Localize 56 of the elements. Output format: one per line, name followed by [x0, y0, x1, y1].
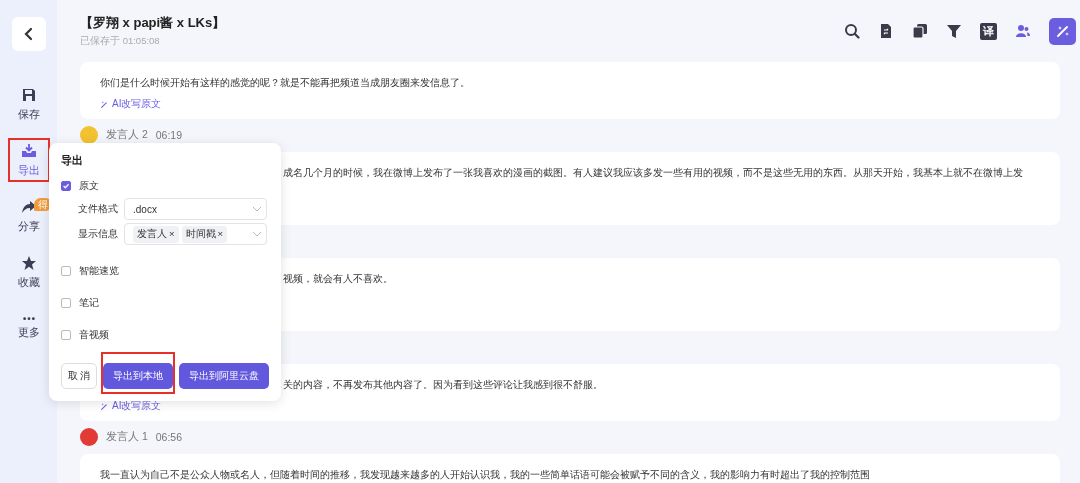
people-icon[interactable]	[1015, 23, 1031, 39]
checkbox[interactable]	[61, 298, 71, 308]
star-icon	[20, 254, 37, 271]
ai-rewrite-link[interactable]: AI改写原文	[100, 398, 162, 414]
option-label: 笔记	[79, 296, 99, 310]
option-label: 原文	[79, 179, 99, 193]
sidebar-item[interactable]: 保存	[7, 82, 50, 126]
chevron-down-icon	[252, 231, 262, 237]
timestamp: 06:56	[155, 431, 183, 443]
checkbox[interactable]	[61, 266, 71, 276]
copy-icon[interactable]	[912, 23, 928, 39]
share-icon	[20, 198, 37, 215]
magic-wand-icon	[100, 401, 109, 411]
timestamp: 06:19	[155, 129, 183, 141]
document-title: 【罗翔 x papi酱 x LKs】	[80, 14, 226, 32]
magic-wand-icon	[100, 99, 109, 109]
checkbox[interactable]	[61, 181, 71, 191]
sidebar-item[interactable]: 收藏	[7, 250, 50, 294]
cancel-button[interactable]: 取 消	[61, 363, 97, 389]
more-icon	[21, 315, 36, 322]
option-label: 智能速览	[79, 264, 119, 278]
paragraph-text: 关的内容，不再发布其他内容了。因为看到这些评论让我感到很不舒服。	[283, 378, 604, 392]
paragraph-text: 你们是什么时候开始有这样的感觉的呢？就是不能再把频道当成朋友圈来发信息了。	[100, 76, 471, 90]
export-button[interactable]: 导出到本地	[103, 363, 173, 389]
field-label: 文件格式	[78, 202, 118, 216]
field-label: 显示信息	[78, 227, 118, 241]
ai-rewrite-link[interactable]: AI改写原文	[100, 96, 162, 112]
field-value: .docx	[133, 203, 158, 215]
back-button[interactable]	[11, 17, 46, 51]
select-field[interactable]: .docx	[124, 198, 267, 220]
magic-wand-button[interactable]	[1049, 17, 1076, 45]
sidebar-item[interactable]: 导出	[7, 138, 50, 182]
option-label: 音视频	[79, 328, 109, 342]
export-button[interactable]: 导出到阿里云盘	[179, 363, 269, 389]
save-icon	[20, 86, 37, 103]
document-icon[interactable]	[878, 23, 894, 39]
saved-time: 已保存于 01:05:08	[80, 35, 161, 48]
remove-icon[interactable]: ×	[217, 227, 224, 241]
paragraph-text: 成名几个月的时候，我在微博上发布了一张我喜欢的漫画的截图。有人建议我应该多发一些有用的视频，而不是这些无用的东西。从那天开始，我基本上就不在微博上发	[283, 166, 1024, 180]
paragraph-text: 我一直认为自己不是公众人物或名人，但随着时间的推移，我发现越来越多的人开始认识我，我的一些简单话语可能会被赋予不同的含义，我的影响力有时超出了我的控制范围	[100, 468, 871, 482]
tag-label: 发言人	[137, 227, 167, 241]
download-tray-icon	[20, 142, 37, 159]
translate-button[interactable]: 译	[980, 22, 997, 40]
paragraph-text: 视频，就会有人不喜欢。	[283, 272, 394, 286]
chevron-down-icon	[252, 206, 262, 212]
filter-icon[interactable]	[946, 23, 962, 39]
remove-icon[interactable]: ×	[169, 227, 175, 241]
sidebar-item[interactable]: 更多	[7, 306, 50, 350]
magic-wand-icon	[1054, 23, 1071, 39]
select-field[interactable]: 发言人 × 时间戳 ×	[124, 223, 267, 245]
checkbox[interactable]	[61, 330, 71, 340]
search-icon[interactable]	[844, 23, 860, 39]
speaker-name: 发言人 1	[106, 430, 148, 444]
dialog-title: 导出	[61, 153, 84, 167]
tag-label: 时间戳	[185, 227, 216, 241]
speaker-name: 发言人 2	[106, 128, 148, 142]
